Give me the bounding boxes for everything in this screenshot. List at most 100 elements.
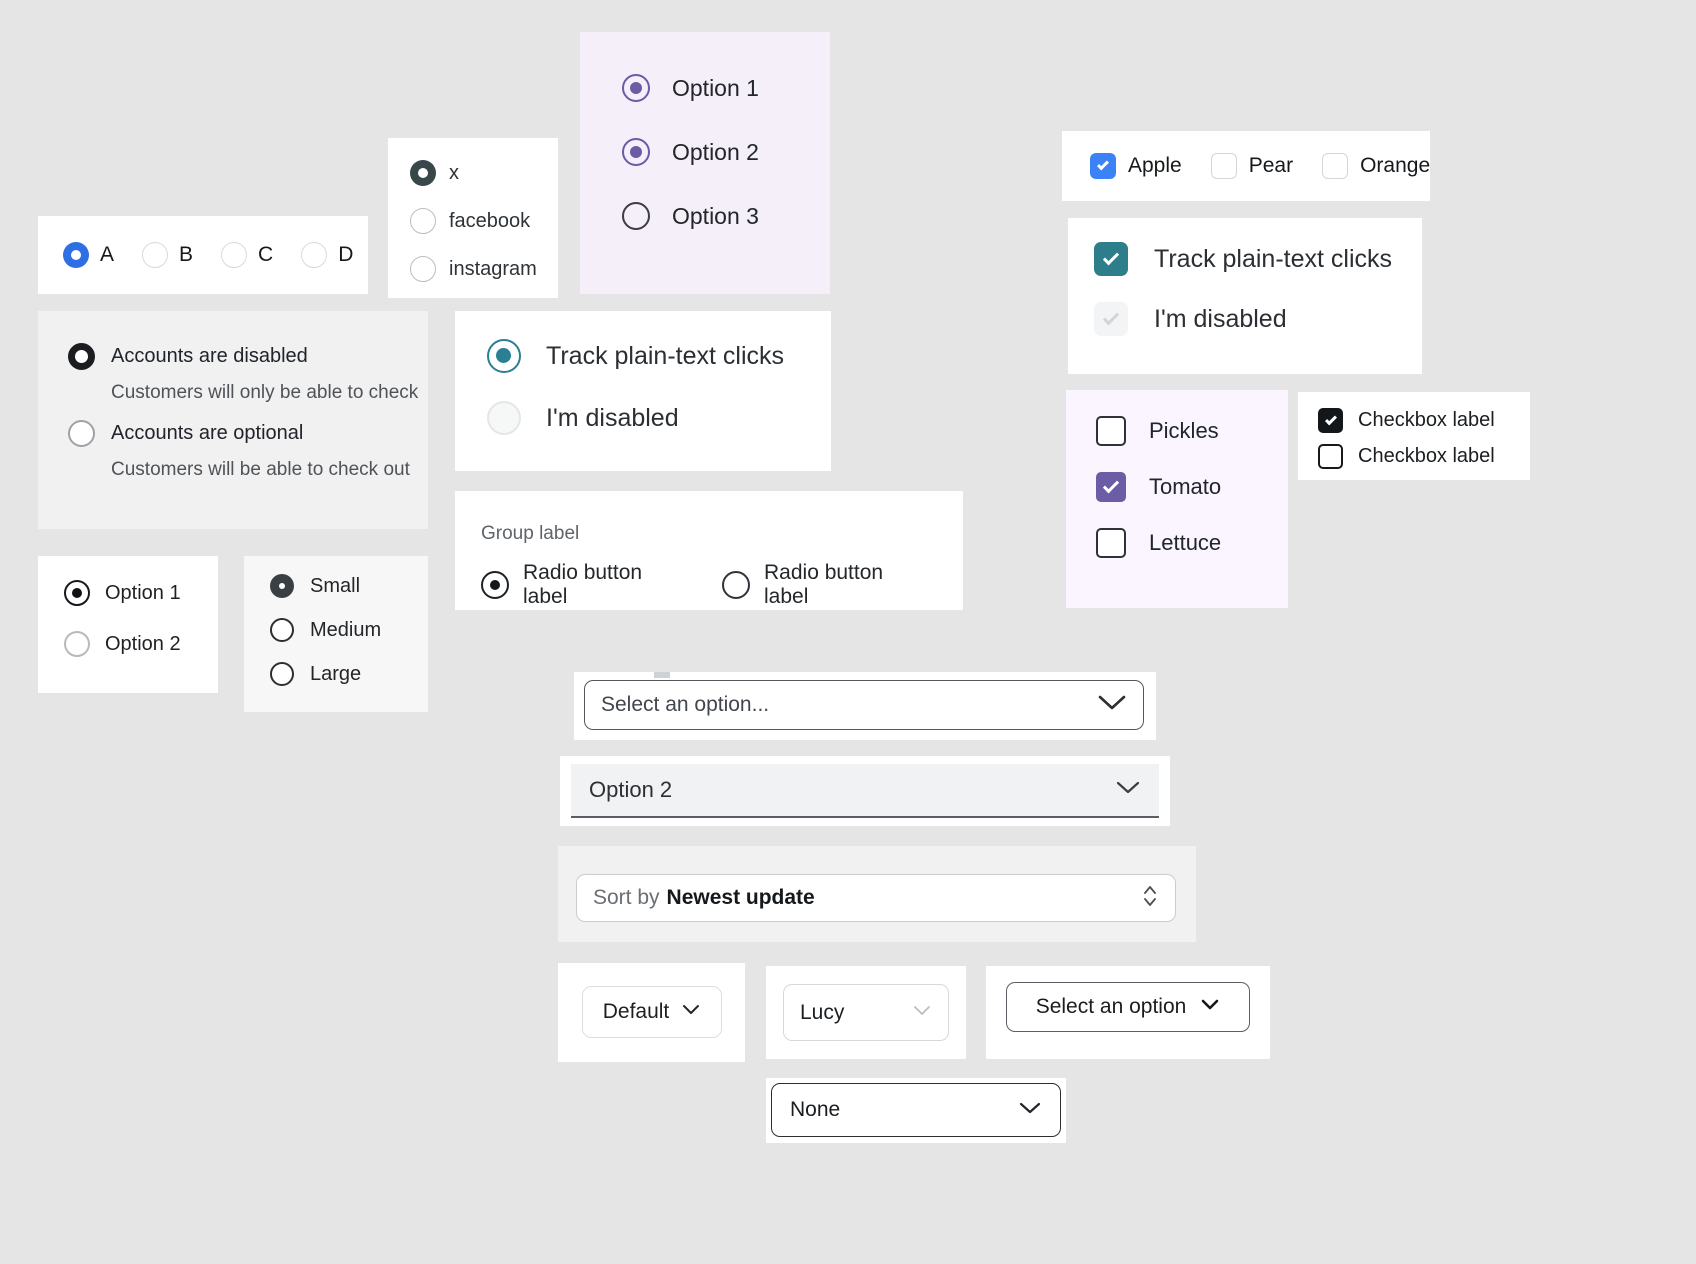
select-an-option-button[interactable]: Select an option: [1006, 982, 1250, 1032]
radio-label: Radio button label: [523, 561, 643, 608]
radio-icon[interactable]: [722, 571, 750, 599]
chevron-up-down-icon[interactable]: [1141, 882, 1159, 915]
radio-option-medium[interactable]: Medium: [270, 618, 428, 642]
chevron-down-icon[interactable]: [1200, 998, 1220, 1016]
radio-icon-selected[interactable]: [63, 242, 89, 268]
radio-option-c[interactable]: C: [221, 242, 273, 268]
checkbox-disabled-icon: [1094, 302, 1128, 336]
chevron-down-icon[interactable]: [681, 1003, 701, 1021]
checkbox-tomato[interactable]: Tomato: [1096, 472, 1288, 502]
checkbox-icon[interactable]: [1318, 444, 1343, 469]
radio-description: Customers will only be able to check: [111, 382, 419, 403]
radio-option-large[interactable]: Large: [270, 662, 428, 686]
radio-icon-selected[interactable]: [64, 580, 90, 606]
checkbox-apple[interactable]: Apple: [1090, 153, 1182, 179]
radio-description: Customers will be able to check out: [111, 459, 410, 480]
radio-group-with-legend: Group label Radio button label Radio but…: [455, 491, 963, 610]
checkbox-label-unchecked[interactable]: Checkbox label: [1318, 444, 1530, 469]
lucy-select-card: Lucy: [766, 966, 966, 1059]
select-value: Option 2: [589, 777, 673, 802]
radio-option-3[interactable]: Option 3: [622, 202, 830, 230]
radio-icon[interactable]: [410, 208, 436, 234]
checkbox-label: Track plain-text clicks: [1154, 244, 1393, 273]
select-value: Select an option...: [601, 693, 770, 716]
checkbox-checked-icon[interactable]: [1090, 153, 1116, 179]
radio-icon[interactable]: [270, 662, 294, 686]
checkbox-icon[interactable]: [1096, 528, 1126, 558]
radio-group-accounts: Accounts are disabled Customers will onl…: [38, 311, 428, 529]
radio-option-accounts-optional[interactable]: Accounts are optional Customers will be …: [68, 420, 428, 481]
checkbox-label: Pickles: [1149, 418, 1219, 443]
radio-icon-disabled: [487, 401, 521, 435]
radio-icon-selected[interactable]: [487, 339, 521, 373]
radio-icon[interactable]: [270, 618, 294, 642]
radio-label: facebook: [449, 209, 531, 232]
radio-label: Option 1: [105, 581, 181, 604]
radio-option-2[interactable]: Option 2: [64, 631, 218, 657]
radio-option-2[interactable]: Option 2: [622, 138, 830, 166]
checkbox-checked-icon[interactable]: [1094, 242, 1128, 276]
checkbox-label-checked[interactable]: Checkbox label: [1318, 408, 1530, 433]
radio-option-1[interactable]: Option 1: [64, 580, 218, 606]
checkbox-icon[interactable]: [1096, 416, 1126, 446]
radio-option-b[interactable]: B: [142, 242, 193, 268]
radio-icon-selected[interactable]: [481, 571, 509, 599]
radio-group-options: Option 1 Option 2: [38, 556, 218, 693]
radio-label: Small: [310, 574, 361, 597]
checkbox-icon[interactable]: [1210, 153, 1237, 179]
chevron-down-icon[interactable]: [912, 1004, 932, 1022]
chevron-down-icon[interactable]: [1097, 694, 1127, 717]
radio-icon-selected[interactable]: [410, 160, 436, 186]
radio-option-facebook[interactable]: facebook: [410, 208, 558, 234]
radio-option-accounts-disabled[interactable]: Accounts are disabled Customers will onl…: [68, 343, 428, 404]
radio-label: Medium: [310, 618, 382, 641]
none-dropdown[interactable]: None: [771, 1083, 1061, 1137]
radio-icon-selected[interactable]: [68, 343, 95, 370]
lucy-dropdown[interactable]: Lucy: [783, 984, 949, 1041]
radio-icon[interactable]: [301, 242, 328, 268]
radio-option-a[interactable]: A: [63, 242, 114, 268]
radio-icon[interactable]: [142, 242, 169, 268]
checkbox-label: Orange: [1360, 154, 1430, 177]
radio-label: Option 2: [105, 632, 181, 655]
radio-icon[interactable]: [221, 242, 248, 268]
select-value: None: [790, 1098, 841, 1121]
radio-icon[interactable]: [64, 631, 90, 657]
radio-group-purple: Option 1 Option 2 Option 3: [580, 32, 830, 294]
radio-label: Option 2: [672, 138, 759, 165]
radio-group-abcd: A B C D: [38, 216, 368, 294]
checkbox-checked-icon[interactable]: [1096, 472, 1126, 502]
radio-option-track-clicks[interactable]: Track plain-text clicks: [487, 339, 831, 373]
checkbox-checked-icon[interactable]: [1318, 408, 1343, 433]
radio-icon-selected[interactable]: [622, 74, 650, 102]
radio-option-1[interactable]: Option 1: [622, 74, 830, 102]
radio-icon[interactable]: [622, 202, 650, 230]
sort-by-card: Sort by Newest update: [558, 846, 1196, 942]
checkbox-orange[interactable]: Orange: [1322, 153, 1430, 179]
radio-option-d[interactable]: D: [301, 242, 353, 268]
radio-icon[interactable]: [68, 420, 95, 447]
radio-option-first[interactable]: Radio button label: [481, 561, 690, 609]
radio-option-second[interactable]: Radio button label: [722, 561, 931, 609]
default-select-card: Default: [558, 963, 745, 1062]
radio-option-x[interactable]: x: [410, 160, 558, 186]
radio-label: Radio button label: [764, 561, 884, 608]
checkbox-icon[interactable]: [1322, 153, 1349, 179]
radio-option-instagram[interactable]: instagram: [410, 256, 558, 282]
checkbox-lettuce[interactable]: Lettuce: [1096, 528, 1288, 558]
chevron-down-icon[interactable]: [1115, 780, 1141, 800]
checkbox-track-clicks[interactable]: Track plain-text clicks: [1094, 242, 1422, 276]
radio-icon[interactable]: [410, 256, 436, 282]
radio-option-small[interactable]: Small: [270, 574, 428, 598]
option-2-dropdown[interactable]: Option 2: [571, 764, 1159, 818]
chevron-down-icon[interactable]: [1018, 1101, 1042, 1120]
checkbox-pickles[interactable]: Pickles: [1096, 416, 1288, 446]
radio-icon-selected[interactable]: [622, 138, 650, 166]
default-dropdown[interactable]: Default: [582, 986, 722, 1038]
radio-option-disabled: I'm disabled: [487, 401, 831, 435]
radio-label: Option 1: [672, 74, 759, 101]
radio-icon-selected[interactable]: [270, 574, 294, 598]
checkbox-pear[interactable]: Pear: [1210, 153, 1293, 179]
sort-by-dropdown[interactable]: Sort by Newest update: [576, 874, 1176, 922]
select-an-option-dropdown[interactable]: Select an option...: [584, 680, 1144, 730]
